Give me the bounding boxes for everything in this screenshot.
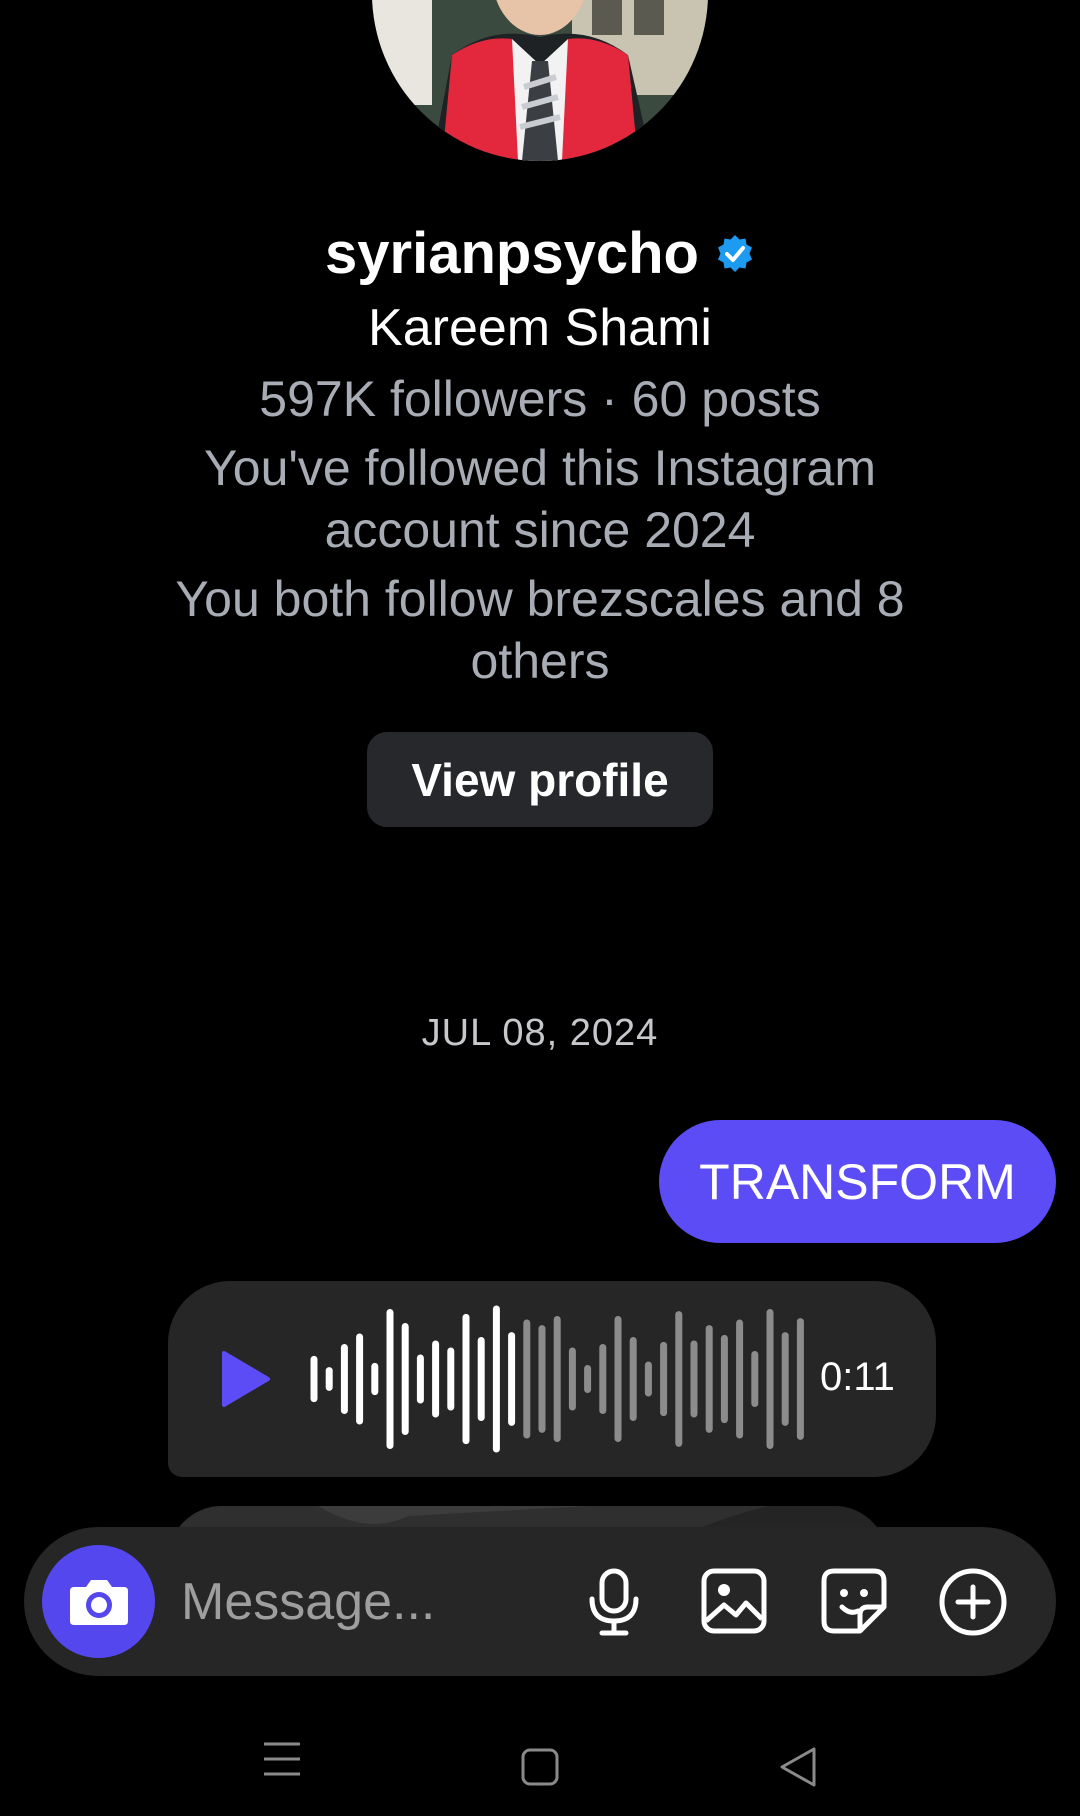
username: syrianpsycho — [325, 221, 699, 286]
voice-message-bubble[interactable]: 0:11 — [168, 1281, 936, 1477]
sent-message-bubble[interactable]: TRANSFORM — [659, 1120, 1056, 1243]
avatar-photo — [372, 0, 708, 161]
verified-badge-icon — [715, 219, 755, 291]
thread-date: JUL 08, 2024 — [421, 1012, 659, 1054]
sent-message-text: TRANSFORM — [699, 1153, 1016, 1210]
voice-waveform[interactable] — [310, 1303, 810, 1455]
microphone-icon[interactable] — [584, 1567, 644, 1637]
mutual-line2: others — [470, 633, 610, 689]
home-square-icon[interactable] — [521, 1748, 559, 1786]
voice-duration: 0:11 — [820, 1355, 895, 1399]
sticker-icon[interactable] — [820, 1567, 888, 1635]
message-input[interactable] — [179, 1559, 483, 1645]
profile-stats: 597K followers · 60 posts — [259, 371, 821, 427]
profile-avatar[interactable] — [372, 0, 708, 161]
mutual-line1: You both follow brezscales and 8 — [175, 571, 905, 627]
camera-button[interactable] — [42, 1545, 155, 1658]
play-icon[interactable] — [220, 1349, 272, 1409]
follow-since-text: You've followed this Instagram account s… — [0, 437, 1080, 561]
mutual-followers-text: You both follow brezscales and 8 others — [0, 568, 1080, 692]
camera-icon — [69, 1579, 128, 1625]
view-profile-button[interactable]: View profile — [367, 732, 713, 827]
gallery-icon[interactable] — [700, 1567, 768, 1635]
message-composer — [24, 1527, 1056, 1676]
menu-icon[interactable] — [262, 1740, 302, 1778]
follow-since-line1: You've followed this Instagram — [204, 440, 876, 496]
full-name: Kareem Shami — [368, 299, 712, 357]
username-row: syrianpsycho — [0, 218, 1080, 291]
follow-since-line2: account since 2024 — [324, 502, 756, 558]
plus-circle-icon[interactable] — [938, 1567, 1008, 1637]
back-triangle-icon[interactable] — [778, 1746, 818, 1788]
